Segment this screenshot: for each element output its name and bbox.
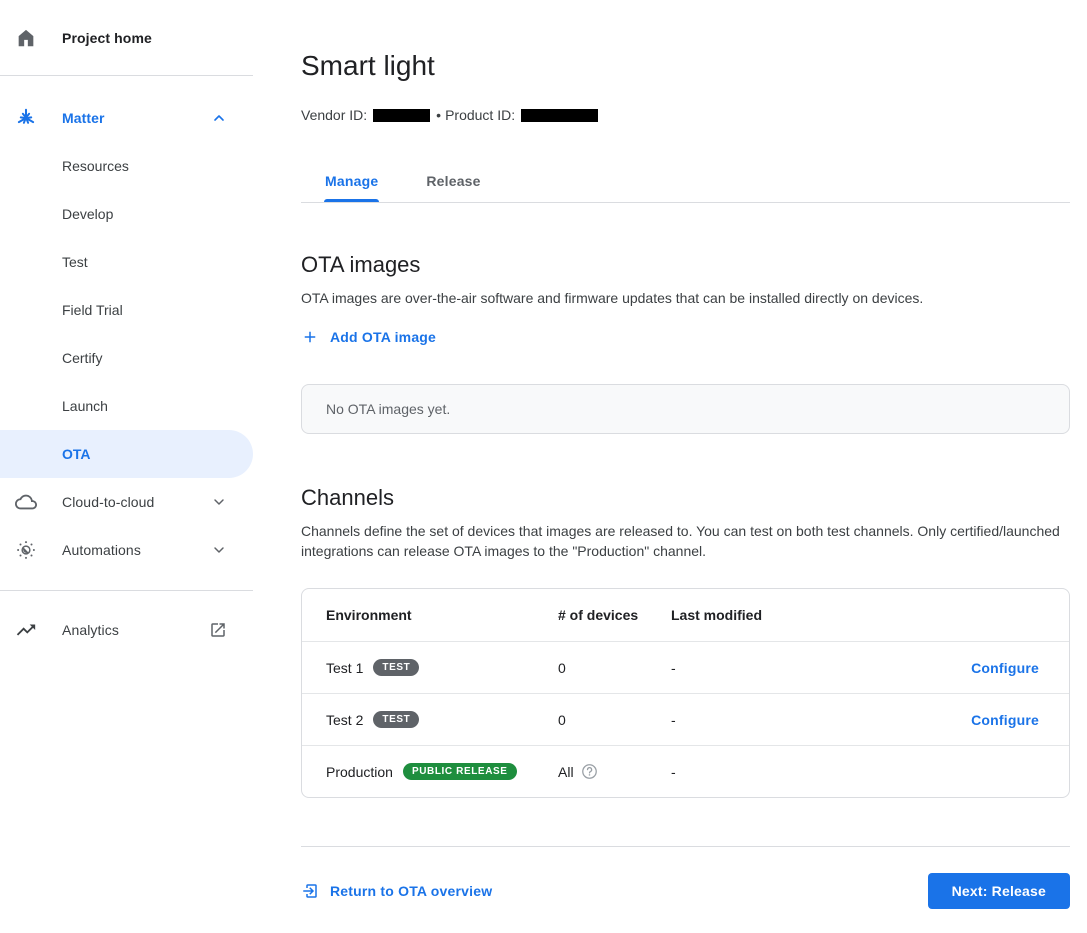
add-ota-image-button[interactable]: Add OTA image — [301, 328, 436, 346]
plus-icon — [301, 328, 319, 346]
configure-link[interactable]: Configure — [971, 660, 1039, 676]
channels-table: Environment # of devices Last modified T… — [301, 588, 1070, 798]
page-title: Smart light — [301, 48, 1070, 84]
return-icon — [301, 882, 319, 900]
ota-images-heading: OTA images — [301, 252, 1070, 278]
column-header-devices: # of devices — [558, 607, 671, 623]
chevron-down-icon[interactable] — [211, 494, 227, 510]
sidebar-item-label: Automations — [62, 542, 141, 558]
sidebar-item-analytics[interactable]: Analytics — [0, 606, 253, 654]
sidebar-item-cloud-to-cloud[interactable]: Cloud-to-cloud — [0, 478, 253, 526]
help-icon[interactable] — [581, 763, 598, 780]
external-link-icon[interactable] — [209, 621, 227, 639]
main-content: Smart light Vendor ID: • Product ID: Man… — [301, 0, 1070, 909]
sidebar-item-launch[interactable]: Launch — [0, 382, 253, 430]
ota-images-section: OTA images OTA images are over-the-air s… — [301, 252, 1070, 434]
matter-icon — [14, 106, 38, 130]
sidebar-item-ota[interactable]: OTA — [0, 430, 253, 478]
ota-images-empty-state: No OTA images yet. — [301, 384, 1070, 434]
sidebar-divider — [0, 75, 253, 76]
chevron-up-icon[interactable] — [211, 110, 227, 126]
device-count: 0 — [558, 712, 671, 728]
add-ota-image-label: Add OTA image — [330, 329, 436, 345]
configure-link[interactable]: Configure — [971, 712, 1039, 728]
tab-manage[interactable]: Manage — [301, 165, 402, 202]
separator-dot: • — [436, 107, 441, 123]
sidebar-item-automations[interactable]: Automations — [0, 526, 253, 574]
sidebar-item-resources[interactable]: Resources — [0, 142, 253, 190]
sidebar-item-project-home[interactable]: Project home — [0, 14, 253, 62]
channel-name: Test 1 — [326, 660, 363, 676]
next-release-button[interactable]: Next: Release — [928, 873, 1070, 909]
return-to-ota-overview-link[interactable]: Return to OTA overview — [301, 882, 492, 900]
device-count: 0 — [558, 660, 671, 676]
empty-state-text: No OTA images yet. — [326, 401, 450, 417]
sidebar-item-label: Matter — [62, 110, 105, 126]
test-badge: TEST — [373, 711, 419, 728]
trending-up-icon — [14, 618, 38, 642]
automation-icon — [14, 538, 38, 562]
vendor-product-row: Vendor ID: • Product ID: — [301, 107, 1070, 123]
chevron-down-icon[interactable] — [211, 542, 227, 558]
channel-name: Test 2 — [326, 712, 363, 728]
sidebar-divider — [0, 590, 253, 591]
sidebar-item-certify[interactable]: Certify — [0, 334, 253, 382]
column-header-last-modified: Last modified — [671, 607, 1039, 623]
channels-description: Channels define the set of devices that … — [301, 521, 1070, 561]
footer-divider — [301, 846, 1070, 847]
table-row-test-1: Test 1 TEST 0 - Configure — [302, 641, 1069, 693]
ota-images-description: OTA images are over-the-air software and… — [301, 288, 1070, 308]
device-count: All — [558, 764, 574, 780]
product-id-label: Product ID: — [445, 107, 515, 123]
sidebar-item-label: Cloud-to-cloud — [62, 494, 154, 510]
channel-name: Production — [326, 764, 393, 780]
vendor-id-redacted — [373, 109, 430, 122]
sidebar-item-matter[interactable]: Matter — [0, 94, 253, 142]
home-icon — [14, 26, 38, 50]
table-row-production: Production PUBLIC RELEASE All - — [302, 745, 1069, 797]
sidebar-item-field-trial[interactable]: Field Trial — [0, 286, 253, 334]
table-row-test-2: Test 2 TEST 0 - Configure — [302, 693, 1069, 745]
test-badge: TEST — [373, 659, 419, 676]
channels-heading: Channels — [301, 485, 1070, 511]
public-release-badge: PUBLIC RELEASE — [403, 763, 517, 780]
sidebar-item-develop[interactable]: Develop — [0, 190, 253, 238]
table-header-row: Environment # of devices Last modified — [302, 589, 1069, 641]
sidebar-item-label: Project home — [62, 30, 152, 46]
last-modified-value: - — [671, 660, 971, 676]
footer-actions: Return to OTA overview Next: Release — [301, 873, 1070, 909]
vendor-id-label: Vendor ID: — [301, 107, 367, 123]
sidebar-item-test[interactable]: Test — [0, 238, 253, 286]
sidebar-item-label: Analytics — [62, 622, 119, 638]
cloud-icon — [14, 490, 38, 514]
last-modified-value: - — [671, 764, 1039, 780]
channels-section: Channels Channels define the set of devi… — [301, 485, 1070, 798]
return-link-label: Return to OTA overview — [330, 883, 492, 899]
sidebar: Project home Matter Resources Develop Te… — [0, 0, 253, 654]
last-modified-value: - — [671, 712, 971, 728]
tab-bar: Manage Release — [301, 165, 1070, 203]
tab-release[interactable]: Release — [402, 165, 504, 202]
product-id-redacted — [521, 109, 598, 122]
column-header-environment: Environment — [326, 607, 558, 623]
